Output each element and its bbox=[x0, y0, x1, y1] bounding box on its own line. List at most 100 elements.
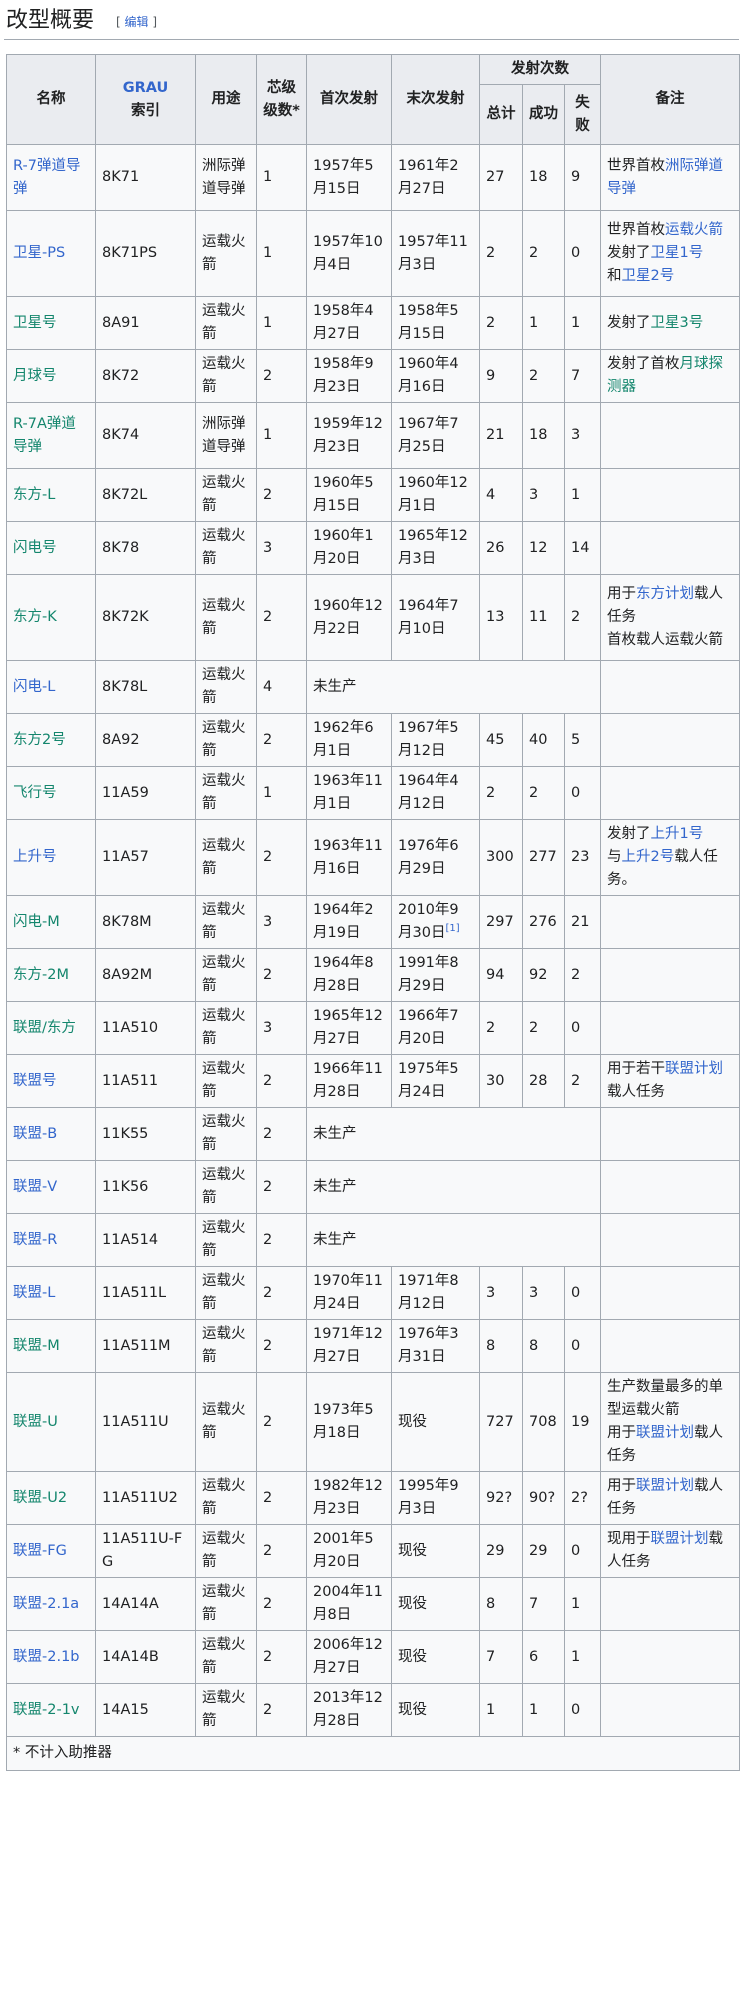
cell-notes bbox=[600, 1630, 741, 1684]
last-launch-text: 现役 bbox=[398, 1542, 427, 1559]
cell-last-launch: 1991年8月29日 bbox=[391, 948, 480, 1002]
table-row: 闪电-M 8K78M 运载火箭 3 1964年2月19日 2010年9月30日[1] 297… bbox=[6, 895, 741, 949]
rocket-name-link[interactable]: 闪电号 bbox=[13, 540, 57, 556]
note-text: 载人任务 bbox=[607, 1084, 666, 1100]
header-use[interactable]: 用途 bbox=[195, 54, 257, 145]
cell-use: 运载火箭 bbox=[195, 210, 257, 297]
rocket-name-link[interactable]: 卫星-PS bbox=[13, 245, 65, 261]
cell-notes bbox=[600, 468, 741, 522]
cell-fail: 2? bbox=[563, 1471, 602, 1525]
note-link[interactable]: 联盟计划 bbox=[636, 1478, 694, 1494]
rocket-name-link[interactable]: 闪电-M bbox=[13, 914, 60, 930]
cell-total: 3 bbox=[479, 1266, 523, 1320]
rocket-name-link[interactable]: 联盟-2.1b bbox=[13, 1649, 80, 1665]
cell-stages: 2 bbox=[256, 1213, 307, 1267]
rocket-name-link[interactable]: 联盟-V bbox=[13, 1179, 57, 1195]
note-link[interactable]: 东方计划 bbox=[636, 586, 694, 602]
header-grau[interactable]: GRAU 索引 bbox=[95, 54, 196, 145]
rocket-name-link[interactable]: 联盟-FG bbox=[13, 1543, 67, 1559]
cell-notes bbox=[600, 402, 741, 469]
rocket-name-link[interactable]: 东方-L bbox=[13, 487, 55, 503]
rocket-name-link[interactable]: R-7A弹道导弹 bbox=[13, 416, 76, 455]
note-link[interactable]: 联盟计划 bbox=[651, 1531, 709, 1547]
rocket-name-link[interactable]: 联盟-U2 bbox=[13, 1490, 67, 1506]
rocket-name-link[interactable]: 东方2号 bbox=[13, 732, 66, 748]
header-launches: 发射次数 bbox=[478, 54, 602, 85]
cell-total: 30 bbox=[479, 1054, 523, 1108]
header-first-launch[interactable]: 首次发射 bbox=[306, 54, 392, 145]
note-link[interactable]: 卫星3号 bbox=[651, 315, 704, 331]
header-fail[interactable]: 失败 bbox=[563, 84, 602, 145]
rocket-name-link[interactable]: 联盟-B bbox=[13, 1126, 57, 1142]
rocket-name-link[interactable]: 飞行号 bbox=[13, 785, 57, 801]
note-link[interactable]: 上升1号 bbox=[651, 826, 704, 842]
cell-stages: 1 bbox=[256, 766, 307, 820]
cell-total: 27 bbox=[479, 144, 523, 211]
cell-stages: 1 bbox=[256, 210, 307, 297]
header-stages[interactable]: 芯级级数* bbox=[256, 54, 307, 145]
rocket-name-link[interactable]: 联盟号 bbox=[13, 1073, 57, 1089]
rocket-name-link[interactable]: 联盟-L bbox=[13, 1285, 55, 1301]
header-notes[interactable]: 备注 bbox=[600, 54, 741, 145]
cell-total: 92? bbox=[479, 1471, 523, 1525]
cell-grau: 14A14A bbox=[95, 1577, 196, 1631]
note-link[interactable]: 卫星1号 bbox=[651, 245, 704, 261]
cell-name: 卫星号 bbox=[6, 296, 96, 350]
cell-name: 联盟-U bbox=[6, 1372, 96, 1472]
note-link[interactable]: 上升2号 bbox=[622, 849, 675, 865]
cell-fail: 0 bbox=[563, 1001, 602, 1055]
cell-last-launch: 2010年9月30日[1] bbox=[391, 895, 480, 949]
rocket-name-link[interactable]: 东方-2M bbox=[13, 967, 69, 983]
cell-success: 28 bbox=[522, 1054, 565, 1108]
note-link[interactable]: 卫星2号 bbox=[622, 268, 675, 284]
table-row: 月球号 8K72 运载火箭 2 1958年9月23日 1960年4月16日 9 2 7 发射了首枚… bbox=[6, 349, 741, 403]
cell-fail: 9 bbox=[563, 144, 602, 211]
last-launch-text: 1960年4月16日 bbox=[398, 356, 459, 395]
rocket-name-link[interactable]: R-7弹道导弹 bbox=[13, 158, 80, 197]
header-success[interactable]: 成功 bbox=[522, 84, 565, 145]
rocket-name-link[interactable]: 联盟-2-1v bbox=[13, 1702, 80, 1718]
rocket-name-link[interactable]: 联盟-2.1a bbox=[13, 1596, 79, 1612]
cell-last-launch: 1957年11月3日 bbox=[391, 210, 480, 297]
cell-name: 联盟号 bbox=[6, 1054, 96, 1108]
cell-notes: 世界首枚洲际弹道导弹 bbox=[600, 144, 741, 211]
last-launch-text: 1961年2月27日 bbox=[398, 157, 459, 197]
cell-notes bbox=[600, 895, 741, 949]
rocket-name-link[interactable]: 闪电-L bbox=[13, 679, 55, 695]
cell-name: 闪电-L bbox=[6, 660, 96, 714]
rocket-name-link[interactable]: 上升号 bbox=[13, 849, 57, 865]
header-last-launch[interactable]: 末次发射 bbox=[391, 54, 480, 145]
cell-fail: 5 bbox=[563, 713, 602, 767]
cell-stages: 2 bbox=[256, 468, 307, 522]
rocket-name-link[interactable]: 联盟-U bbox=[13, 1414, 58, 1430]
cell-use: 运载火箭 bbox=[195, 574, 257, 661]
note-link[interactable]: 联盟计划 bbox=[636, 1425, 694, 1441]
cell-use: 洲际弹道导弹 bbox=[195, 144, 257, 211]
cell-use: 运载火箭 bbox=[195, 1524, 257, 1578]
cell-success: 3 bbox=[522, 468, 565, 522]
cell-grau: 8K78M bbox=[95, 895, 196, 949]
cell-grau: 11A511 bbox=[95, 1054, 196, 1108]
rocket-name-link[interactable]: 联盟/东方 bbox=[13, 1020, 76, 1036]
note-link[interactable]: 运载火箭 bbox=[665, 222, 723, 238]
rocket-name-link[interactable]: 月球号 bbox=[13, 368, 57, 384]
cell-stages: 4 bbox=[256, 660, 307, 714]
rocket-name-link[interactable]: 东方-K bbox=[13, 609, 57, 625]
grau-link[interactable]: GRAU bbox=[123, 80, 169, 96]
edit-link[interactable]: 编辑 bbox=[125, 15, 149, 29]
reference-link[interactable]: [1] bbox=[445, 923, 459, 934]
cell-total: 2 bbox=[479, 296, 523, 350]
cell-first-launch: 1965年12月27日 bbox=[306, 1001, 392, 1055]
cell-notes: 发射了卫星3号 bbox=[600, 296, 741, 350]
cell-grau: 11A511M bbox=[95, 1319, 196, 1373]
rocket-name-link[interactable]: 联盟-R bbox=[13, 1232, 57, 1248]
rocket-name-link[interactable]: 联盟-M bbox=[13, 1338, 60, 1354]
rocket-name-link[interactable]: 卫星号 bbox=[13, 315, 57, 331]
header-total[interactable]: 总计 bbox=[479, 84, 523, 145]
cell-name: 联盟-2-1v bbox=[6, 1683, 96, 1737]
page: 改型概要 [ 编辑 ] 名称 GRAU 索引 用途 芯级级数* 首次发射 末次发射 bbox=[0, 0, 745, 1995]
cell-total: 26 bbox=[479, 521, 523, 575]
header-name[interactable]: 名称 bbox=[6, 54, 96, 145]
note-text: 世界首枚 bbox=[607, 157, 666, 174]
note-link[interactable]: 联盟计划 bbox=[665, 1061, 723, 1077]
